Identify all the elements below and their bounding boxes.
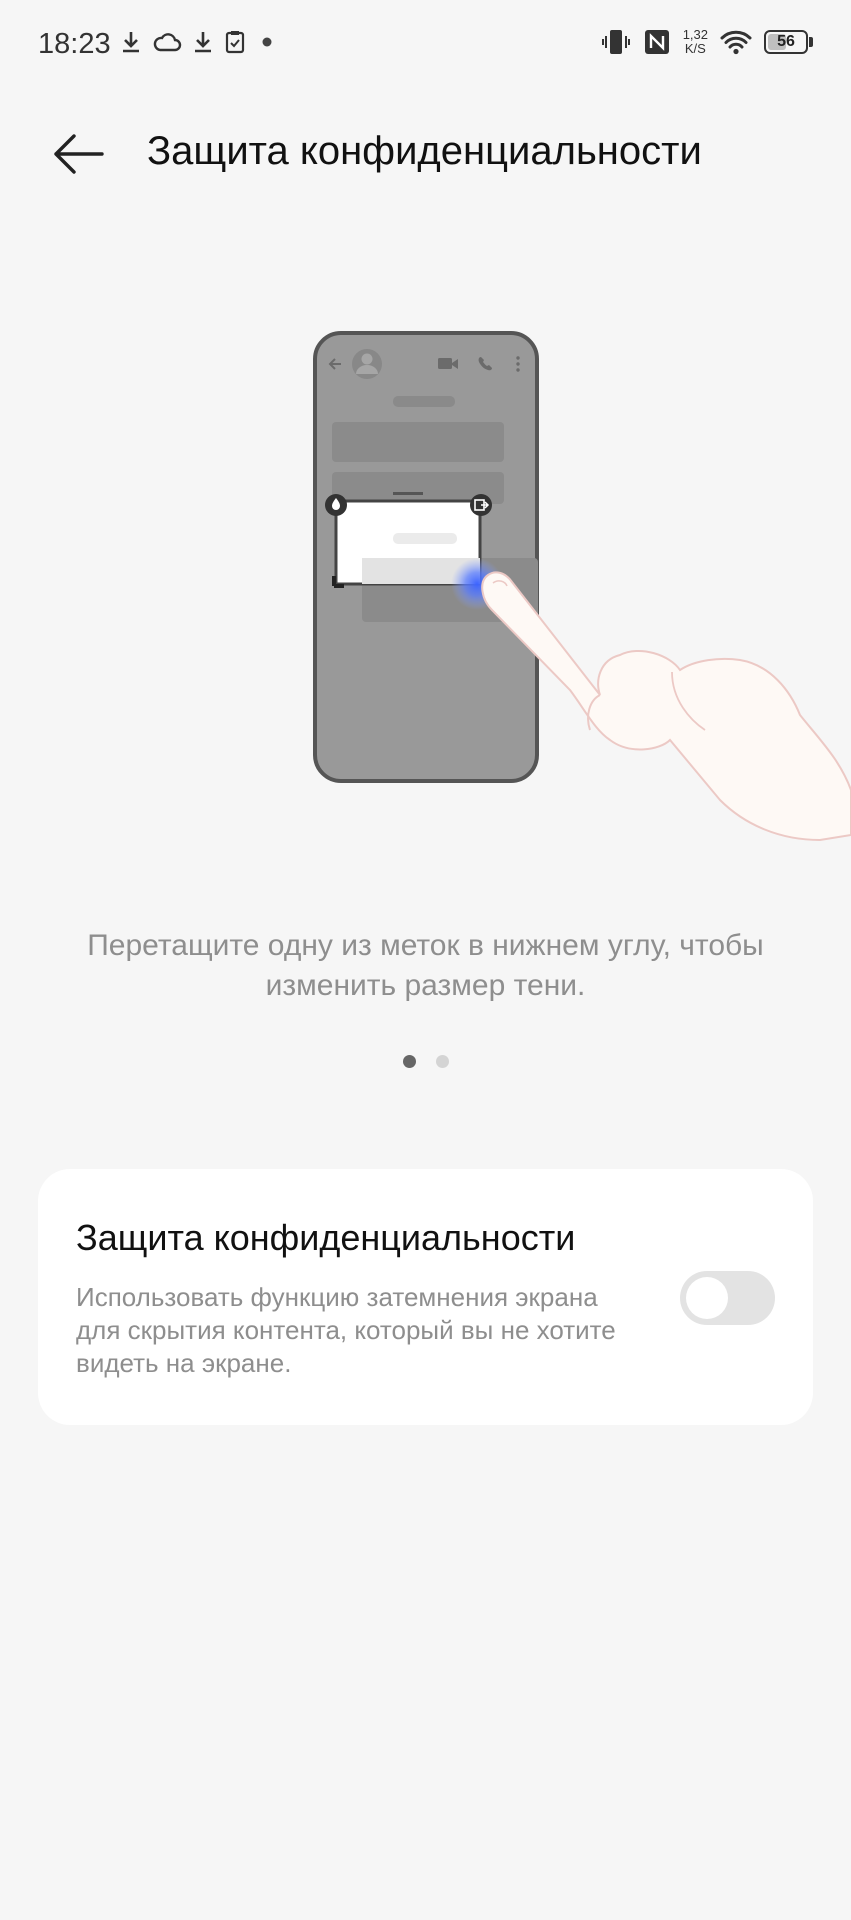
- download-icon: [123, 32, 139, 53]
- battery-indicator: 56: [764, 30, 813, 54]
- notification-icons: [120, 30, 278, 54]
- page-indicator: [0, 1055, 851, 1068]
- privacy-setting-card: Защита конфиденциальности Использовать ф…: [38, 1169, 813, 1425]
- download-icon: [195, 32, 211, 53]
- wifi-icon: [720, 30, 752, 55]
- opacity-handle-icon: [325, 494, 347, 516]
- setting-title: Защита конфиденциальности: [76, 1217, 576, 1258]
- status-time: 18:23: [38, 28, 111, 60]
- toggle-knob: [686, 1277, 728, 1319]
- page-indicator-dot[interactable]: [435, 1055, 449, 1068]
- mock-avatar: [352, 349, 382, 379]
- net-speed-unit: K/S: [684, 41, 706, 56]
- dot-icon: [262, 37, 272, 47]
- mock-more-icon: [516, 356, 520, 372]
- arrow-left-icon: [54, 134, 104, 174]
- setting-description: Использовать функцию затемнения экрана д…: [76, 1282, 616, 1378]
- net-speed-value: 1,32: [682, 27, 708, 42]
- vibrate-icon: [601, 30, 630, 54]
- battery-cap: [809, 37, 813, 47]
- privacy-protection-toggle[interactable]: [680, 1271, 775, 1325]
- nfc-icon: [644, 30, 669, 54]
- page-title: Защита конфиденциальности: [147, 129, 702, 173]
- system-icons: 1,32 K/S 56: [601, 28, 813, 56]
- battery-icon: 56: [764, 30, 808, 54]
- tutorial-illustration: [300, 320, 851, 910]
- back-button[interactable]: [46, 126, 110, 182]
- status-bar: 18:23 1,32 K/S 56: [0, 0, 851, 92]
- exit-handle-icon: [470, 494, 492, 516]
- tutorial-hint: Перетащите одну из меток в нижнем углу, …: [87, 929, 764, 1002]
- app-bar: Защита конфиденциальности: [0, 110, 851, 200]
- page-indicator-dot[interactable]: [402, 1055, 416, 1068]
- illustration-art: [313, 331, 851, 842]
- network-speed: 1,32 K/S: [683, 28, 708, 56]
- cloud-icon: [153, 33, 182, 52]
- battery-level: 56: [777, 33, 795, 50]
- clipboard-icon: [225, 31, 245, 54]
